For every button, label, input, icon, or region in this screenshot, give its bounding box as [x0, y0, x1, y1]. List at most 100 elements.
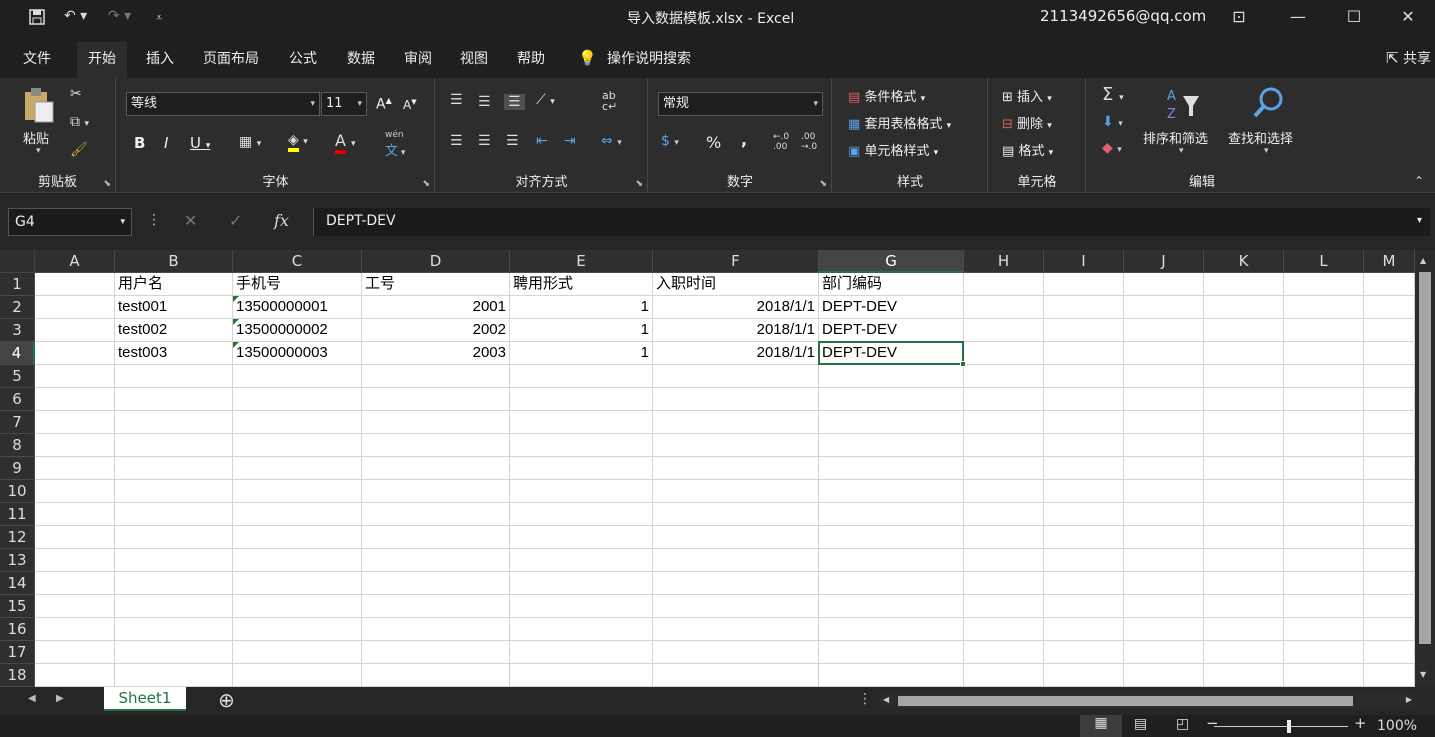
- select-all-button[interactable]: [0, 250, 35, 273]
- bold-button[interactable]: B: [134, 134, 145, 152]
- decrease-indent-icon[interactable]: ⇤: [536, 133, 548, 149]
- cell-j6[interactable]: [1124, 388, 1204, 411]
- cell-l3[interactable]: [1284, 319, 1364, 342]
- cell-a1[interactable]: [35, 273, 115, 296]
- cell-j1[interactable]: [1124, 273, 1204, 296]
- sheet-tab-sheet1[interactable]: Sheet1: [104, 687, 186, 711]
- page-break-preview-icon[interactable]: ◰: [1176, 716, 1189, 732]
- column-header-g[interactable]: G: [819, 250, 964, 273]
- tab-review[interactable]: 审阅: [393, 42, 443, 78]
- ribbon-display-options-icon[interactable]: ⊡: [1224, 4, 1254, 30]
- cell-e9[interactable]: [510, 457, 653, 480]
- scroll-down-icon[interactable]: ▼: [1420, 670, 1426, 679]
- cell-j11[interactable]: [1124, 503, 1204, 526]
- column-header-d[interactable]: D: [362, 250, 510, 273]
- share-button[interactable]: ⇱ 共享: [1386, 48, 1431, 68]
- cell-h14[interactable]: [964, 572, 1044, 595]
- cell-h10[interactable]: [964, 480, 1044, 503]
- cell-j12[interactable]: [1124, 526, 1204, 549]
- align-top-icon[interactable]: ☰: [450, 92, 463, 108]
- confirm-entry-icon[interactable]: ✓: [229, 211, 242, 230]
- cell-g11[interactable]: [819, 503, 964, 526]
- cell-g6[interactable]: [819, 388, 964, 411]
- align-bottom-icon[interactable]: ☰: [504, 94, 525, 110]
- cell-a10[interactable]: [35, 480, 115, 503]
- cell-d1[interactable]: 工号: [362, 273, 510, 296]
- collapse-ribbon-icon[interactable]: ⌃: [1414, 174, 1424, 188]
- cell-m18[interactable]: [1364, 664, 1415, 687]
- wrap-text-icon[interactable]: ab c↵: [602, 90, 617, 112]
- cell-m8[interactable]: [1364, 434, 1415, 457]
- cell-b3[interactable]: test002: [115, 319, 233, 342]
- cell-b9[interactable]: [115, 457, 233, 480]
- cell-g14[interactable]: [819, 572, 964, 595]
- cell-l5[interactable]: [1284, 365, 1364, 388]
- cell-f6[interactable]: [653, 388, 819, 411]
- cell-e10[interactable]: [510, 480, 653, 503]
- cell-f14[interactable]: [653, 572, 819, 595]
- cell-e8[interactable]: [510, 434, 653, 457]
- increase-decimal-icon[interactable]: ←.0.00: [773, 132, 789, 152]
- cell-i8[interactable]: [1044, 434, 1124, 457]
- format-as-table-button[interactable]: ▦ 套用表格格式 ▾: [848, 113, 951, 132]
- zoom-slider-thumb[interactable]: [1287, 720, 1291, 733]
- cell-f3[interactable]: 2018/1/1: [653, 319, 819, 342]
- cell-m10[interactable]: [1364, 480, 1415, 503]
- cell-h1[interactable]: [964, 273, 1044, 296]
- font-name-select[interactable]: 等线 ▾: [126, 92, 320, 116]
- cell-k13[interactable]: [1204, 549, 1284, 572]
- cell-d12[interactable]: [362, 526, 510, 549]
- cell-k14[interactable]: [1204, 572, 1284, 595]
- cell-l12[interactable]: [1284, 526, 1364, 549]
- page-layout-view-icon[interactable]: ▤: [1134, 716, 1147, 732]
- font-size-select[interactable]: 11 ▾: [321, 92, 367, 116]
- cell-i11[interactable]: [1044, 503, 1124, 526]
- cell-c9[interactable]: [233, 457, 362, 480]
- decrease-decimal-icon[interactable]: .00 →.0: [801, 132, 817, 152]
- cell-f18[interactable]: [653, 664, 819, 687]
- cell-c14[interactable]: [233, 572, 362, 595]
- cell-d15[interactable]: [362, 595, 510, 618]
- row-header-17[interactable]: 17: [0, 641, 35, 664]
- cell-a3[interactable]: [35, 319, 115, 342]
- cell-d18[interactable]: [362, 664, 510, 687]
- cell-f4[interactable]: 2018/1/1: [653, 342, 819, 365]
- cell-d13[interactable]: [362, 549, 510, 572]
- cell-h13[interactable]: [964, 549, 1044, 572]
- cell-d4[interactable]: 2003: [362, 342, 510, 365]
- font-launcher-icon[interactable]: ⬊: [422, 179, 430, 189]
- cell-c4[interactable]: 13500000003: [233, 342, 362, 365]
- orientation-icon[interactable]: ⟋ ▾: [536, 92, 555, 108]
- cell-h9[interactable]: [964, 457, 1044, 480]
- cell-a18[interactable]: [35, 664, 115, 687]
- cell-e3[interactable]: 1: [510, 319, 653, 342]
- cell-g9[interactable]: [819, 457, 964, 480]
- cell-c17[interactable]: [233, 641, 362, 664]
- cell-g1[interactable]: 部门编码: [819, 273, 964, 296]
- customize-quick-access-icon[interactable]: ⩡: [156, 11, 162, 25]
- cell-a11[interactable]: [35, 503, 115, 526]
- increase-indent-icon[interactable]: ⇥: [564, 133, 576, 149]
- cell-f13[interactable]: [653, 549, 819, 572]
- cell-b13[interactable]: [115, 549, 233, 572]
- cell-g2[interactable]: DEPT-DEV: [819, 296, 964, 319]
- cell-l15[interactable]: [1284, 595, 1364, 618]
- maximize-button[interactable]: ☐: [1339, 4, 1369, 30]
- zoom-slider[interactable]: [1214, 726, 1348, 727]
- cell-h4[interactable]: [964, 342, 1044, 365]
- cell-m9[interactable]: [1364, 457, 1415, 480]
- chevron-down-icon[interactable]: ▾: [1179, 146, 1184, 156]
- cell-k15[interactable]: [1204, 595, 1284, 618]
- cell-e18[interactable]: [510, 664, 653, 687]
- cell-c3[interactable]: 13500000002: [233, 319, 362, 342]
- cell-h18[interactable]: [964, 664, 1044, 687]
- cell-i14[interactable]: [1044, 572, 1124, 595]
- row-header-15[interactable]: 15: [0, 595, 35, 618]
- row-header-4[interactable]: 4: [0, 342, 35, 365]
- cell-k3[interactable]: [1204, 319, 1284, 342]
- formula-input[interactable]: DEPT-DEV ▾: [313, 208, 1430, 236]
- cell-j9[interactable]: [1124, 457, 1204, 480]
- cell-e13[interactable]: [510, 549, 653, 572]
- shrink-font-button[interactable]: A▼: [403, 98, 417, 112]
- row-header-3[interactable]: 3: [0, 319, 35, 342]
